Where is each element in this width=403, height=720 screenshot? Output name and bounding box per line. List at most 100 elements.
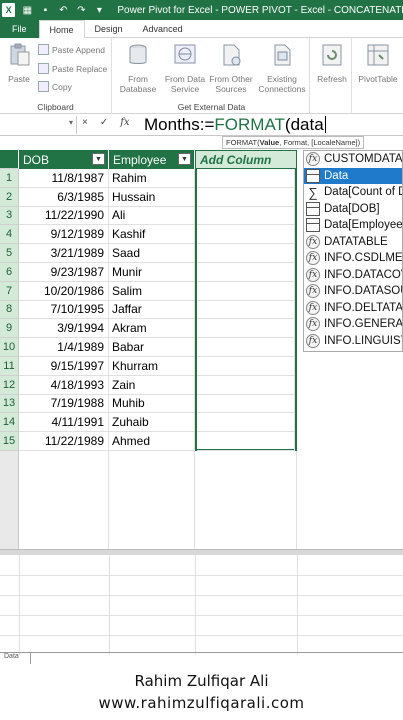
row-header[interactable]: 7 [0, 281, 19, 301]
autocomplete-item[interactable]: fx INFO.GENERALSEGMENTMAPSEGMENTMETADATAS… [304, 316, 402, 333]
grid-icon[interactable]: ▦ [21, 4, 33, 16]
cell-employee[interactable]: Jaffar [109, 300, 195, 320]
copy-button[interactable]: Copy [38, 81, 72, 92]
cell-employee[interactable]: Saad [109, 244, 195, 263]
cell-dob[interactable]: 11/8/1987 [19, 169, 109, 188]
cell-employee[interactable]: Khurram [109, 357, 195, 376]
row-header[interactable]: 5 [0, 244, 19, 263]
column-header-employee[interactable]: Employee ▼ [109, 150, 195, 169]
customize-qat-icon[interactable]: ▾ [93, 4, 105, 16]
cell-dob[interactable]: 3/9/1994 [19, 319, 109, 339]
cell-add-column[interactable] [197, 357, 295, 376]
formula-input[interactable]: Months:=FORMAT(data [144, 115, 326, 135]
cell-employee[interactable]: Rahim [109, 169, 195, 188]
cell-add-column[interactable] [197, 432, 295, 451]
save-icon[interactable]: ▪ [39, 4, 51, 16]
cell-dob[interactable]: 9/23/1987 [19, 263, 109, 282]
cell-dob[interactable]: 7/19/1988 [19, 394, 109, 414]
cell-dob[interactable]: 4/18/1993 [19, 375, 109, 395]
row-header[interactable]: 8 [0, 300, 19, 320]
autocomplete-item[interactable]: fx INFO.LINGUISTICMETADATA [304, 333, 402, 350]
cell-dob[interactable]: 11/22/1989 [19, 432, 109, 451]
row-header[interactable]: 11 [0, 357, 19, 376]
row-header[interactable]: 12 [0, 375, 19, 395]
paste-replace-button[interactable]: Paste Replace [38, 63, 107, 74]
cell-add-column[interactable] [197, 187, 295, 207]
cell-dob[interactable]: 7/10/1995 [19, 300, 109, 320]
cell-employee[interactable]: Munir [109, 263, 195, 282]
cell-add-column[interactable] [197, 413, 295, 433]
column-header-add-column[interactable]: Add Column [195, 150, 297, 169]
cell-add-column[interactable] [197, 206, 295, 226]
cell-employee[interactable]: Ali [109, 206, 195, 226]
from-other-sources-button[interactable]: From Other Sources [208, 42, 254, 94]
cell-employee[interactable]: Babar [109, 338, 195, 357]
pivottable-button[interactable]: PivotTable [355, 42, 401, 84]
tab-advanced[interactable]: Advanced [133, 20, 193, 38]
filter-dropdown-icon[interactable]: ▼ [92, 153, 105, 165]
autocomplete-item[interactable]: Data[Employee] [304, 217, 402, 234]
cell-employee[interactable]: Muhib [109, 394, 195, 414]
cell-dob[interactable]: 11/22/1990 [19, 206, 109, 226]
existing-connections-button[interactable]: Existing Connections [256, 42, 308, 94]
row-header[interactable]: 14 [0, 413, 19, 433]
autocomplete-item[interactable]: fx INFO.CSDLMETADATA [304, 250, 402, 267]
row-header[interactable]: 6 [0, 263, 19, 282]
name-box[interactable]: ▾ [0, 116, 77, 134]
tab-design[interactable]: Design [85, 20, 133, 38]
cell-dob[interactable]: 9/12/1989 [19, 225, 109, 245]
autocomplete-item[interactable]: Data[DOB] [304, 201, 402, 218]
enter-formula-button[interactable]: ✓ [100, 117, 108, 128]
cell-dob[interactable]: 1/4/1989 [19, 338, 109, 357]
filter-dropdown-icon[interactable]: ▼ [178, 153, 191, 165]
tab-file[interactable]: File [0, 20, 39, 38]
cell-add-column[interactable] [197, 225, 295, 245]
cell-add-column[interactable] [197, 263, 295, 282]
autocomplete-item[interactable]: fx INFO.DATACOVERAGEDEFINITIONS [304, 267, 402, 284]
autocomplete-item[interactable]: fx INFO.DATASOURCES [304, 283, 402, 300]
autocomplete-item[interactable]: ∑ Data[Count of DOB] [304, 184, 402, 201]
cell-dob[interactable]: 10/20/1986 [19, 281, 109, 301]
cell-add-column[interactable] [197, 169, 295, 188]
cell-add-column[interactable] [197, 375, 295, 395]
from-database-button[interactable]: From Database [116, 42, 160, 94]
row-header[interactable]: 2 [0, 187, 19, 207]
cell-dob[interactable]: 3/21/1989 [19, 244, 109, 263]
autocomplete-item[interactable]: fx CUSTOMDATA [304, 151, 402, 168]
paste-button[interactable]: Paste [4, 42, 34, 84]
cell-add-column[interactable] [197, 394, 295, 414]
row-header[interactable]: 15 [0, 432, 19, 451]
row-header[interactable]: 13 [0, 394, 19, 414]
cell-add-column[interactable] [197, 319, 295, 339]
column-header-dob[interactable]: DOB ▼ [19, 150, 109, 169]
autocomplete-item[interactable]: fx INFO.DELTATABLEMETADATA [304, 300, 402, 317]
sheet-tab-data[interactable]: Data [0, 652, 30, 664]
row-header[interactable]: 10 [0, 338, 19, 357]
cell-dob[interactable]: 6/3/1985 [19, 187, 109, 207]
autocomplete-item[interactable]: fx DATATABLE [304, 234, 402, 251]
row-header[interactable]: 3 [0, 206, 19, 226]
cell-employee[interactable]: Kashif [109, 225, 195, 245]
paste-append-button[interactable]: Paste Append [38, 44, 105, 55]
row-header[interactable]: 9 [0, 319, 19, 339]
cell-add-column[interactable] [197, 281, 295, 301]
cell-add-column[interactable] [197, 244, 295, 263]
row-header[interactable]: 4 [0, 225, 19, 245]
autocomplete-item[interactable]: Data [304, 167, 402, 184]
cell-employee[interactable]: Ahmed [109, 432, 195, 451]
cell-employee[interactable]: Salim [109, 281, 195, 301]
cell-employee[interactable]: Akram [109, 319, 195, 339]
cell-employee[interactable]: Zain [109, 375, 195, 395]
cell-add-column[interactable] [197, 300, 295, 320]
cell-employee[interactable]: Zuhaib [109, 413, 195, 433]
calculation-area[interactable] [0, 555, 403, 655]
redo-icon[interactable]: ↷ [75, 4, 87, 16]
refresh-button[interactable]: Refresh [314, 42, 350, 84]
select-all-corner[interactable] [0, 150, 19, 169]
insert-function-button[interactable]: fx [120, 117, 129, 128]
from-data-service-button[interactable]: From Data Service [162, 42, 208, 94]
name-box-dropdown-icon[interactable]: ▾ [69, 118, 73, 127]
cell-dob[interactable]: 4/11/1991 [19, 413, 109, 433]
undo-icon[interactable]: ↶ [57, 4, 69, 16]
cell-add-column[interactable] [197, 338, 295, 357]
